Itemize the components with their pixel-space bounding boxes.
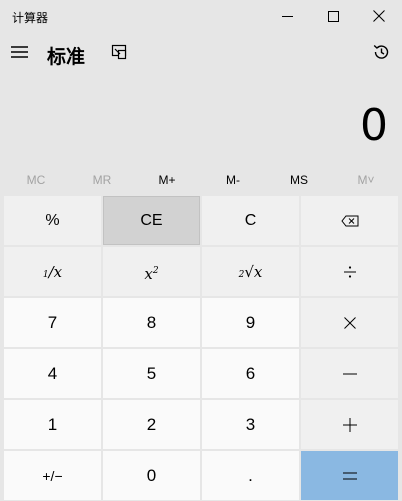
divide-icon (343, 265, 356, 278)
history-button[interactable] (366, 36, 396, 68)
memory-list-button[interactable]: M˅ (334, 166, 398, 194)
clear-button[interactable]: C (202, 196, 299, 245)
digit-0-button[interactable]: 0 (103, 451, 200, 500)
square-button[interactable]: x2 (103, 247, 200, 296)
equals-icon (342, 472, 357, 479)
multiply-button[interactable] (301, 298, 398, 347)
memory-recall-button[interactable]: MR (70, 166, 134, 194)
app-title: 计算器 (12, 11, 49, 25)
digit-5-button[interactable]: 5 (103, 349, 200, 398)
maximize-button[interactable] (310, 0, 356, 32)
negate-button[interactable]: +/− (4, 451, 101, 500)
digit-8-button[interactable]: 8 (103, 298, 200, 347)
square-root-button[interactable]: 2√x (202, 247, 299, 296)
clear-entry-button[interactable]: CE (103, 196, 200, 245)
divide-button[interactable] (301, 247, 398, 296)
memory-add-button[interactable]: M+ (135, 166, 199, 194)
minimize-button[interactable] (264, 0, 310, 32)
minimize-icon (281, 15, 293, 17)
navigation-menu-button[interactable] (4, 34, 36, 70)
memory-subtract-button[interactable]: M- (201, 166, 265, 194)
close-icon (373, 10, 385, 22)
reciprocal-icon: 1/x (42, 262, 63, 281)
memory-clear-button[interactable]: MC (4, 166, 68, 194)
memory-store-button[interactable]: MS (267, 166, 331, 194)
digit-6-button[interactable]: 6 (202, 349, 299, 398)
equals-button[interactable] (301, 451, 398, 500)
multiply-icon (343, 316, 356, 329)
backspace-button[interactable] (301, 196, 398, 245)
keypad: % CE C 1/x x2 2√x 7 8 9 4 5 6 1 2 3 +/− … (3, 195, 399, 500)
title-bar: 计算器 (0, 0, 402, 32)
decimal-button[interactable]: . (202, 451, 299, 500)
digit-1-button[interactable]: 1 (4, 400, 101, 449)
square-icon: x2 (144, 264, 159, 283)
memory-row: MC MR M+ M- MS M˅ (0, 166, 402, 194)
square-root-icon: 2√x (238, 262, 263, 281)
result-display: 0 (360, 100, 388, 151)
digit-4-button[interactable]: 4 (4, 349, 101, 398)
percent-button[interactable]: % (4, 196, 101, 245)
keep-on-top-icon (111, 44, 127, 60)
history-icon (373, 44, 389, 59)
maximize-icon (327, 10, 339, 22)
mode-title: 标准 (47, 47, 86, 68)
reciprocal-button[interactable]: 1/x (4, 247, 101, 296)
plus-icon (342, 417, 357, 432)
keep-on-top-button[interactable] (106, 38, 132, 66)
digit-3-button[interactable]: 3 (202, 400, 299, 449)
hamburger-icon (11, 46, 28, 58)
minus-icon (342, 373, 357, 374)
backspace-icon (340, 215, 358, 226)
close-button[interactable] (356, 0, 402, 32)
header: 标准 (0, 32, 402, 72)
digit-7-button[interactable]: 7 (4, 298, 101, 347)
digit-2-button[interactable]: 2 (103, 400, 200, 449)
subtract-button[interactable] (301, 349, 398, 398)
digit-9-button[interactable]: 9 (202, 298, 299, 347)
add-button[interactable] (301, 400, 398, 449)
